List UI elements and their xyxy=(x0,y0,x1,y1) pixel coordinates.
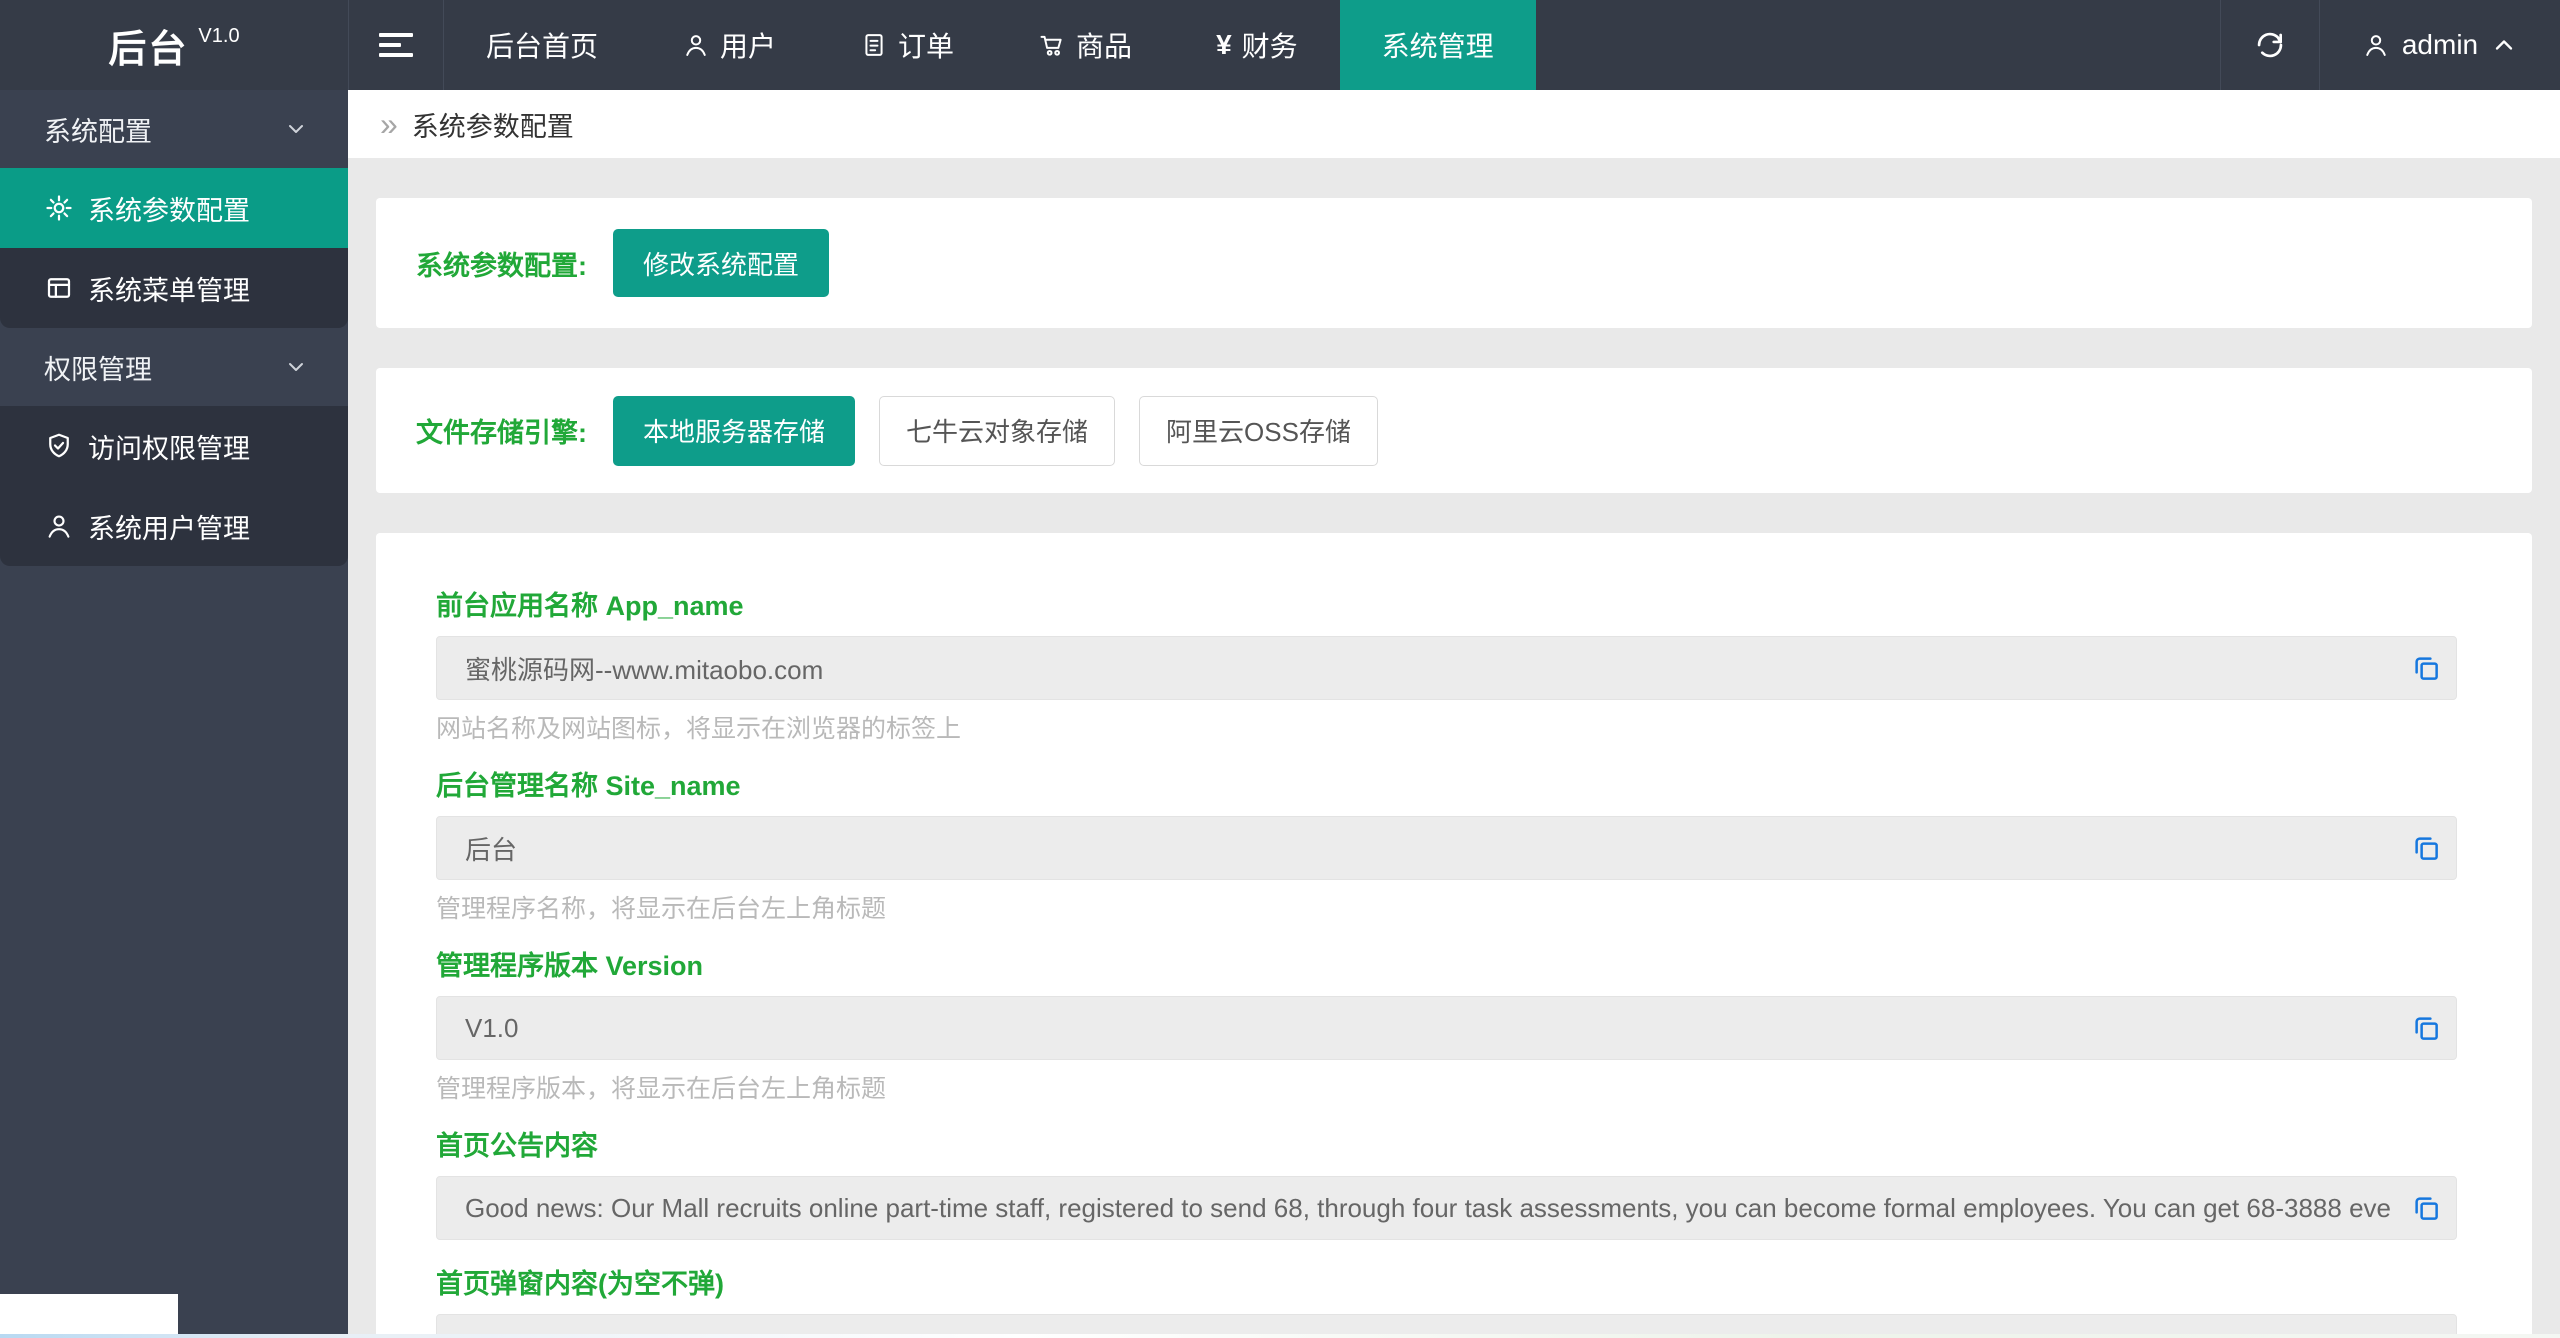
breadcrumb: » 系统参数配置 xyxy=(348,90,2560,158)
bottom-edge xyxy=(0,1334,2560,1338)
system-config-label: 系统参数配置: xyxy=(416,250,587,281)
sidebar-item-system-menu[interactable]: 系统菜单管理 xyxy=(0,248,348,328)
yen-icon: ¥ xyxy=(1216,29,1232,60)
user-icon xyxy=(2366,35,2386,56)
field-label: 前台应用名称 App_name xyxy=(436,591,744,621)
nav-item-label: 财务 xyxy=(1241,31,1298,62)
storage-option-alioss-button[interactable]: 阿里云OSS存储 xyxy=(1139,395,1378,466)
field-help: 管理程序名称，将显示在后台左上角标题 xyxy=(436,895,887,923)
sidebar-group-system-config[interactable]: 系统配置 xyxy=(0,90,348,168)
announcement-input[interactable] xyxy=(436,1176,2457,1240)
sidebar-submenu-permissions: 访问权限管理 系统用户管理 xyxy=(0,406,348,566)
copy-button[interactable] xyxy=(2411,833,2441,863)
user-icon xyxy=(686,35,706,56)
sidebar-group-permissions[interactable]: 权限管理 xyxy=(0,328,348,406)
copy-icon xyxy=(2415,657,2438,680)
form-field-announcement: 首页公告内容 xyxy=(436,1130,2457,1240)
window-menu-icon xyxy=(47,278,71,298)
refresh-icon xyxy=(2257,32,2283,58)
nav-item-label: 商品 xyxy=(1076,31,1133,62)
refresh-button[interactable] xyxy=(2220,0,2319,90)
breadcrumb-chevrons-icon: » xyxy=(380,106,398,142)
sidebar-item-label: 系统用户管理 xyxy=(88,513,250,544)
chevron-up-icon xyxy=(2495,40,2513,50)
cart-icon xyxy=(1040,35,1062,56)
sidebar-submenu-system-config: 系统参数配置 系统菜单管理 xyxy=(0,168,348,328)
admin-app: 后台 V1.0 后台首页 用户 订单 商品 ¥ 财务 系统管理 admin 系统… xyxy=(0,0,2560,1338)
field-label: 管理程序版本 Version xyxy=(436,951,704,981)
user-menu[interactable]: admin xyxy=(2319,0,2560,90)
site-name-input[interactable] xyxy=(436,816,2457,880)
storage-engine-label: 文件存储引擎: xyxy=(416,418,587,448)
user-icon xyxy=(48,515,70,538)
shield-check-icon xyxy=(49,433,69,458)
app-logo: 后台 V1.0 xyxy=(0,0,349,90)
sidebar-toggle-button[interactable] xyxy=(349,0,444,90)
field-input-wrap xyxy=(436,816,2457,880)
chevron-down-icon xyxy=(289,363,303,371)
app-name-input[interactable] xyxy=(436,636,2457,700)
nav-item-orders[interactable]: 订单 xyxy=(818,0,996,90)
nav-item-finance[interactable]: ¥ 财务 xyxy=(1174,0,1340,90)
sidebar-item-access-permissions[interactable]: 访问权限管理 xyxy=(0,406,348,486)
storage-option-local-button[interactable]: 本地服务器存储 xyxy=(613,395,856,466)
sidebar: 系统配置 系统参数配置 系统菜单管理 权限管理 访问权限管理 系统用户管理 xyxy=(0,90,348,1338)
nav-item-system-management[interactable]: 系统管理 xyxy=(1339,0,1536,90)
nav-item-label: 后台首页 xyxy=(486,31,599,62)
form-field-site-name: 后台管理名称 Site_name 管理程序名称，将显示在后台左上角标题 xyxy=(436,770,2457,922)
copy-button[interactable] xyxy=(2411,653,2441,683)
copy-icon xyxy=(2415,1017,2438,1040)
nav-item-label: 订单 xyxy=(898,31,955,62)
field-help: 管理程序版本，将显示在后台左上角标题 xyxy=(436,1075,887,1103)
user-name: admin xyxy=(2401,29,2479,60)
field-input-wrap xyxy=(436,996,2457,1060)
field-label: 后台管理名称 Site_name xyxy=(436,771,741,801)
field-input-wrap xyxy=(436,636,2457,700)
settings-form-card: 前台应用名称 App_name 网站名称及网站图标，将显示在浏览器的标签上 后台… xyxy=(376,533,2532,1338)
chevron-down-icon xyxy=(289,125,303,133)
copy-button[interactable] xyxy=(2411,1193,2441,1223)
nav-item-goods[interactable]: 商品 xyxy=(996,0,1174,90)
version-input[interactable] xyxy=(436,996,2457,1060)
copy-icon xyxy=(2415,837,2438,860)
field-label: 首页弹窗内容(为空不弹) xyxy=(436,1269,724,1299)
sidebar-item-label: 系统参数配置 xyxy=(88,195,250,226)
logo-version: V1.0 xyxy=(198,24,240,47)
field-label: 首页公告内容 xyxy=(436,1131,598,1161)
sidebar-group-label: 权限管理 xyxy=(44,354,152,385)
system-config-card: 系统参数配置: 修改系统配置 xyxy=(376,198,2532,328)
form-field-popup: 首页弹窗内容(为空不弹) xyxy=(436,1268,2457,1338)
storage-engine-card: 文件存储引擎: 本地服务器存储 七牛云对象存储 阿里云OSS存储 xyxy=(376,368,2532,493)
sidebar-item-label: 访问权限管理 xyxy=(88,433,250,464)
corner-overlay xyxy=(0,1294,178,1338)
logo-title: 后台 xyxy=(108,28,189,71)
main-content: » 系统参数配置 系统参数配置: 修改系统配置 文件存储引擎: 本地服务器存储 … xyxy=(348,90,2560,1338)
storage-option-qiniu-button[interactable]: 七牛云对象存储 xyxy=(879,395,1116,466)
modify-system-config-button[interactable]: 修改系统配置 xyxy=(613,229,830,297)
sidebar-item-label: 系统菜单管理 xyxy=(88,275,250,306)
nav-item-home[interactable]: 后台首页 xyxy=(444,0,640,90)
field-help: 网站名称及网站图标，将显示在浏览器的标签上 xyxy=(436,715,962,743)
topbar: 后台 V1.0 后台首页 用户 订单 商品 ¥ 财务 系统管理 admin xyxy=(0,0,2560,90)
sidebar-item-system-params[interactable]: 系统参数配置 xyxy=(0,168,348,248)
page-title: 系统参数配置 xyxy=(411,111,574,142)
nav-item-label: 系统管理 xyxy=(1381,31,1494,62)
sidebar-group-label: 系统配置 xyxy=(44,116,152,147)
copy-button[interactable] xyxy=(2411,1013,2441,1043)
hamburger-icon xyxy=(379,33,413,57)
order-document-icon xyxy=(865,34,883,56)
main-nav: 后台首页 用户 订单 商品 ¥ 财务 系统管理 xyxy=(444,0,1536,90)
field-input-wrap xyxy=(436,1176,2457,1240)
sidebar-item-system-users[interactable]: 系统用户管理 xyxy=(0,486,348,566)
form-field-version: 管理程序版本 Version 管理程序版本，将显示在后台左上角标题 xyxy=(436,950,2457,1102)
nav-item-users[interactable]: 用户 xyxy=(640,0,818,90)
form-field-app-name: 前台应用名称 App_name 网站名称及网站图标，将显示在浏览器的标签上 xyxy=(436,590,2457,742)
topbar-right: admin xyxy=(2220,0,2560,90)
gear-icon xyxy=(46,195,72,221)
copy-icon xyxy=(2415,1197,2438,1220)
nav-item-label: 用户 xyxy=(720,31,777,62)
